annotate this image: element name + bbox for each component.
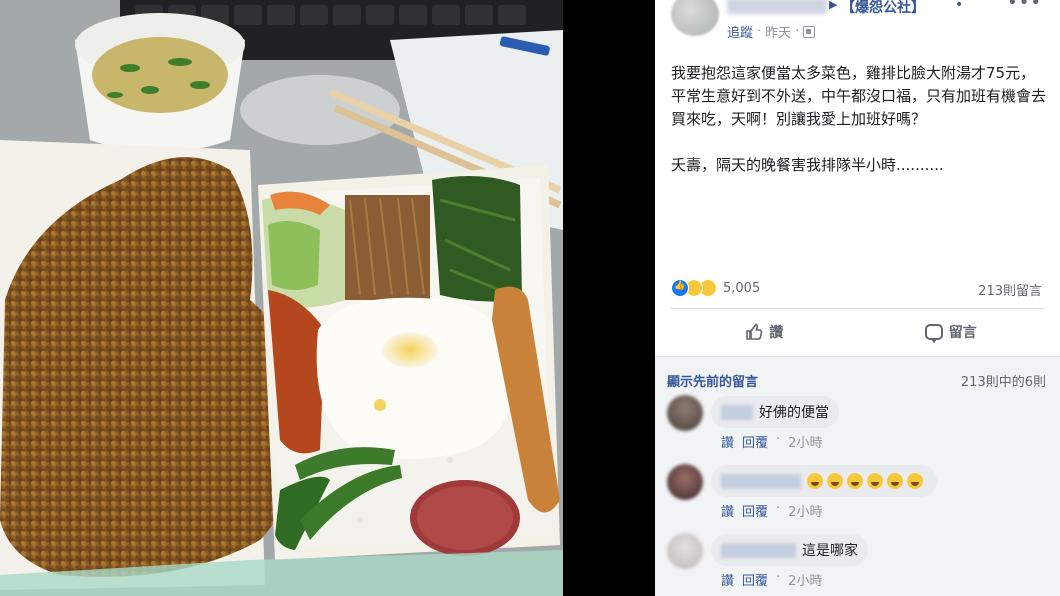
show-previous-comments-link[interactable]: 顯示先前的留言 [667,371,758,390]
laughing-emoji-icon [907,473,923,489]
laughing-emoji-icon [887,473,903,489]
reaction-summary[interactable]: 5,005 [671,278,760,298]
comment-bubble-icon [924,324,943,343]
comment-reply-link[interactable]: 回覆 [742,570,768,589]
comment-range: 213則中的6則 [960,375,1046,390]
comment-bubble: 好佛的便當 [711,396,839,428]
laughing-emoji-icon [847,473,863,489]
comment-item: 好佛的便當 讚 回覆 · 2小時 [667,395,1057,455]
author-avatar[interactable] [671,0,719,36]
thumb-icon [745,323,763,341]
comment-separator: · [776,501,781,516]
comment-bubble: 這是哪家 [711,534,868,566]
commenter-name-blurred[interactable] [721,404,753,420]
bento-photo-illustration [0,0,563,596]
comment-reply-link[interactable]: 回覆 [742,501,768,520]
like-button[interactable]: 讚 [671,312,858,352]
comment-button[interactable]: 留言 [858,312,1045,352]
comment-text: 這是哪家 [802,543,858,559]
comment-separator: · [776,570,781,585]
comment-time[interactable]: 2小時 [788,432,822,451]
post-actions: 讚 留言 [671,312,1044,352]
post-panel: ▶ 【爆怨公社】 • ••• 追蹤 · 昨天 · 我要抱怨這家便當太多菜色，雞排… [655,0,1060,596]
commenter-avatar[interactable] [667,464,703,500]
commenter-avatar[interactable] [667,533,703,569]
comment-separator: · [776,432,781,447]
comment-time[interactable]: 2小時 [788,501,822,520]
comment-like-link[interactable]: 讚 [721,570,734,589]
comment-count-link[interactable]: 213則留言 [978,280,1042,299]
group-name-link[interactable]: 【爆怨公社】 [841,0,925,17]
post-header: ▶ 【爆怨公社】 • ••• 追蹤 · 昨天 · [655,0,1060,44]
laughing-emoji-icon [827,473,843,489]
laughing-emoji-icon [807,473,823,489]
commenter-name-blurred[interactable] [721,473,801,489]
comment-reply-link[interactable]: 回覆 [742,432,768,451]
comment-actions: 讚 回覆 · 2小時 [721,432,822,451]
follow-link[interactable]: 追蹤 [727,22,753,41]
laughing-emoji-icon [867,473,883,489]
divider [671,308,1044,309]
post-meta: 追蹤 · 昨天 · [727,22,816,41]
reaction-count: 5,005 [723,280,761,296]
arrow-right-icon: ▶ [829,0,838,11]
globe-icon [803,25,816,38]
commenter-name-blurred[interactable] [721,542,796,558]
comment-button-label: 留言 [948,325,977,341]
post-time[interactable]: 昨天 [765,22,791,41]
meta-separator: · [757,24,762,39]
group-separator-dot: • [955,0,964,13]
comment-like-link[interactable]: 讚 [721,432,734,451]
comments-section: 顯示先前的留言 213則中的6則 好佛的便當 讚 回覆 · 2小時 讚 回覆 ·… [655,356,1060,596]
comment-actions: 讚 回覆 · 2小時 [721,570,822,589]
commenter-avatar[interactable] [667,395,703,431]
comment-item: 這是哪家 讚 回覆 · 2小時 [667,533,1057,593]
comment-bubble [711,465,937,497]
comment-time[interactable]: 2小時 [788,570,822,589]
post-body-text: 我要抱怨這家便當太多菜色，雞排比臉大附湯才75元，平常生意好到不外送，中午都沒口… [671,64,1047,174]
more-icon[interactable]: ••• [1007,0,1042,13]
comment-like-link[interactable]: 讚 [721,501,734,520]
like-reaction-icon [671,279,689,297]
meta-separator: · [795,24,800,39]
black-gap [563,0,655,596]
food-photo [0,0,563,596]
author-name-blurred[interactable] [727,0,827,14]
like-button-label: 讚 [769,325,784,341]
comment-item: 讚 回覆 · 2小時 [667,464,1057,524]
comment-actions: 讚 回覆 · 2小時 [721,501,822,520]
comment-text: 好佛的便當 [759,405,829,421]
